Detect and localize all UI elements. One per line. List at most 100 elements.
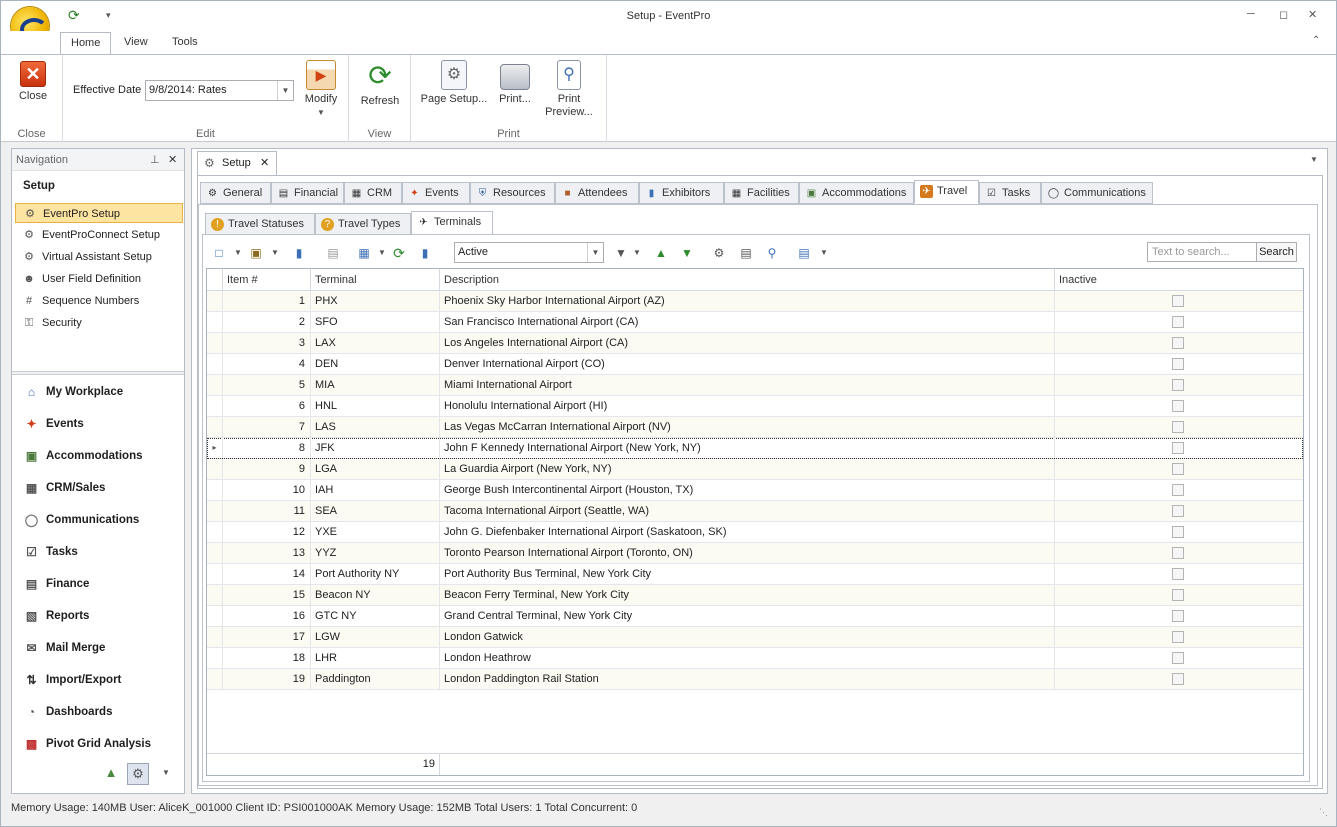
cell-description[interactable]: London Heathrow [440, 648, 1055, 668]
cell-item[interactable]: 19 [223, 669, 311, 689]
tab-travel[interactable]: ✈ Travel [914, 180, 979, 204]
refresh-button[interactable]: ⟳ Refresh [357, 60, 403, 108]
module-mail-merge[interactable]: ✉ Mail Merge [15, 636, 183, 660]
module-accommodations[interactable]: ▣ Accommodations [15, 444, 183, 468]
nav-item-sequence-numbers[interactable]: # Sequence Numbers [15, 291, 183, 311]
table-row[interactable]: 12 YXE John G. Diefenbaker International A… [207, 522, 1303, 543]
cell-item[interactable]: 1 [223, 291, 311, 311]
doc-tabs-dropdown-icon[interactable]: ▼ [1310, 155, 1318, 164]
print-icon[interactable]: ▤ [738, 245, 754, 261]
table-row[interactable]: 9 LGA La Guardia Airport (New York, NY) [207, 459, 1303, 480]
cell-item[interactable]: 6 [223, 396, 311, 416]
inactive-checkbox[interactable] [1172, 337, 1184, 349]
cell-terminal[interactable]: JFK [311, 438, 440, 458]
ribbon-tab-view[interactable]: View [114, 32, 158, 54]
nav-splitter[interactable] [12, 371, 184, 375]
cell-terminal[interactable]: LAX [311, 333, 440, 353]
chevron-down-icon[interactable]: ▼ [277, 81, 293, 100]
cell-item[interactable]: 16 [223, 606, 311, 626]
modify-button[interactable]: ▶ Modify ▼ [301, 60, 341, 119]
inactive-checkbox[interactable] [1172, 463, 1184, 475]
inactive-checkbox[interactable] [1172, 673, 1184, 685]
cell-terminal[interactable]: Port Authority NY [311, 564, 440, 584]
cell-description[interactable]: Beacon Ferry Terminal, New York City [440, 585, 1055, 605]
row-indicator[interactable] [207, 648, 223, 668]
row-indicator[interactable] [207, 333, 223, 353]
cell-description[interactable]: George Bush Intercontinental Airport (Ho… [440, 480, 1055, 500]
cell-terminal[interactable]: SEA [311, 501, 440, 521]
inactive-checkbox[interactable] [1172, 610, 1184, 622]
table-row[interactable]: 5 MIA Miami International Airport [207, 375, 1303, 396]
table-row[interactable]: 18 LHR London Heathrow [207, 648, 1303, 669]
cell-item[interactable]: 9 [223, 459, 311, 479]
save-disabled-icon[interactable]: ▤ [325, 245, 341, 261]
cell-description[interactable]: Miami International Airport [440, 375, 1055, 395]
cell-item[interactable]: 17 [223, 627, 311, 647]
tab-tasks[interactable]: ☑ Tasks [979, 182, 1041, 204]
module-dashboards[interactable]: ◔ Dashboards [15, 700, 183, 724]
subtab-travel-types[interactable]: ? Travel Types [315, 213, 411, 235]
module-my-workplace[interactable]: ⌂ My Workplace [15, 380, 183, 404]
cell-description[interactable]: Toronto Pearson International Airport (T… [440, 543, 1055, 563]
table-row[interactable]: 13 YYZ Toronto Pearson International Airpo… [207, 543, 1303, 564]
setup-shortcut-icon[interactable]: ⚙ [127, 763, 149, 785]
page-setup-button[interactable]: ⚙ Page Setup... [417, 60, 491, 106]
new-record-icon[interactable]: □ [211, 245, 227, 261]
inactive-checkbox[interactable] [1172, 652, 1184, 664]
columns-dropdown-icon[interactable]: ▼ [374, 245, 390, 261]
subtab-travel-statuses[interactable]: ! Travel Statuses [205, 213, 315, 235]
delete-icon[interactable]: ▮ [291, 245, 307, 261]
column-header-item[interactable]: Item # [223, 269, 311, 291]
column-header-description[interactable]: Description [440, 269, 1055, 291]
cell-description[interactable]: Denver International Airport (CO) [440, 354, 1055, 374]
table-row[interactable]: 3 LAX Los Angeles International Airport (C… [207, 333, 1303, 354]
page-setup-icon[interactable]: ⚙ [711, 245, 727, 261]
row-indicator[interactable] [207, 522, 223, 542]
table-row[interactable]: 7 LAS Las Vegas McCarran International Air… [207, 417, 1303, 438]
table-row[interactable]: 10 IAH George Bush Intercontinental Airpor… [207, 480, 1303, 501]
table-row[interactable]: 16 GTC NY Grand Central Terminal, New York… [207, 606, 1303, 627]
print-preview-button[interactable]: ⚲ Print Preview... [539, 60, 599, 119]
cell-description[interactable]: La Guardia Airport (New York, NY) [440, 459, 1055, 479]
column-header-inactive[interactable]: Inactive [1055, 269, 1303, 291]
chart-shortcut-icon[interactable]: ▲ [102, 765, 120, 783]
row-indicator[interactable] [207, 459, 223, 479]
module-communications[interactable]: ◯ Communications [15, 508, 183, 532]
copy-dropdown-icon[interactable]: ▼ [267, 245, 283, 261]
close-nav-icon[interactable]: ✕ [168, 149, 177, 171]
tab-events[interactable]: ✦ Events [402, 182, 470, 204]
inactive-checkbox[interactable] [1172, 442, 1184, 454]
inactive-checkbox[interactable] [1172, 400, 1184, 412]
filter-icon[interactable]: ▼ [613, 245, 629, 261]
cell-terminal[interactable]: PHX [311, 291, 440, 311]
table-row[interactable]: 11 SEA Tacoma International Airport (Seatt… [207, 501, 1303, 522]
resize-grip-icon[interactable]: ⋱ [1319, 807, 1328, 818]
column-header-terminal[interactable]: Terminal [311, 269, 440, 291]
cell-terminal[interactable]: MIA [311, 375, 440, 395]
tab-accommodations[interactable]: ▣ Accommodations [799, 182, 914, 204]
cell-terminal[interactable]: Beacon NY [311, 585, 440, 605]
inactive-checkbox[interactable] [1172, 379, 1184, 391]
row-indicator[interactable] [207, 627, 223, 647]
open-icon[interactable]: ▮ [417, 245, 433, 261]
cell-terminal[interactable]: IAH [311, 480, 440, 500]
cell-terminal[interactable]: Paddington [311, 669, 440, 689]
cell-item[interactable]: 4 [223, 354, 311, 374]
cell-terminal[interactable]: DEN [311, 354, 440, 374]
close-window-icon[interactable]: ✕ [1308, 8, 1317, 21]
cell-item[interactable]: 15 [223, 585, 311, 605]
inactive-checkbox[interactable] [1172, 421, 1184, 433]
row-indicator-arrow-icon[interactable]: ▸ [207, 438, 223, 458]
inactive-checkbox[interactable] [1172, 295, 1184, 307]
cell-description[interactable]: Grand Central Terminal, New York City [440, 606, 1055, 626]
table-row[interactable]: 14 Port Authority NY Port Authority Bus Te… [207, 564, 1303, 585]
table-row[interactable]: ▸ 8 JFK John F Kennedy International Airpor… [207, 438, 1303, 459]
quick-access-dropdown-icon[interactable]: ▾ [106, 10, 111, 21]
export-dropdown-icon[interactable]: ▼ [816, 245, 832, 261]
table-row[interactable]: 17 LGW London Gatwick [207, 627, 1303, 648]
subtab-terminals[interactable]: ✈ Terminals [411, 211, 493, 235]
active-filter-combo[interactable]: Active ▼ [454, 242, 604, 263]
cell-item[interactable]: 5 [223, 375, 311, 395]
table-row[interactable]: 2 SFO San Francisco International Airport … [207, 312, 1303, 333]
tab-resources[interactable]: ⛨ Resources [470, 182, 555, 204]
